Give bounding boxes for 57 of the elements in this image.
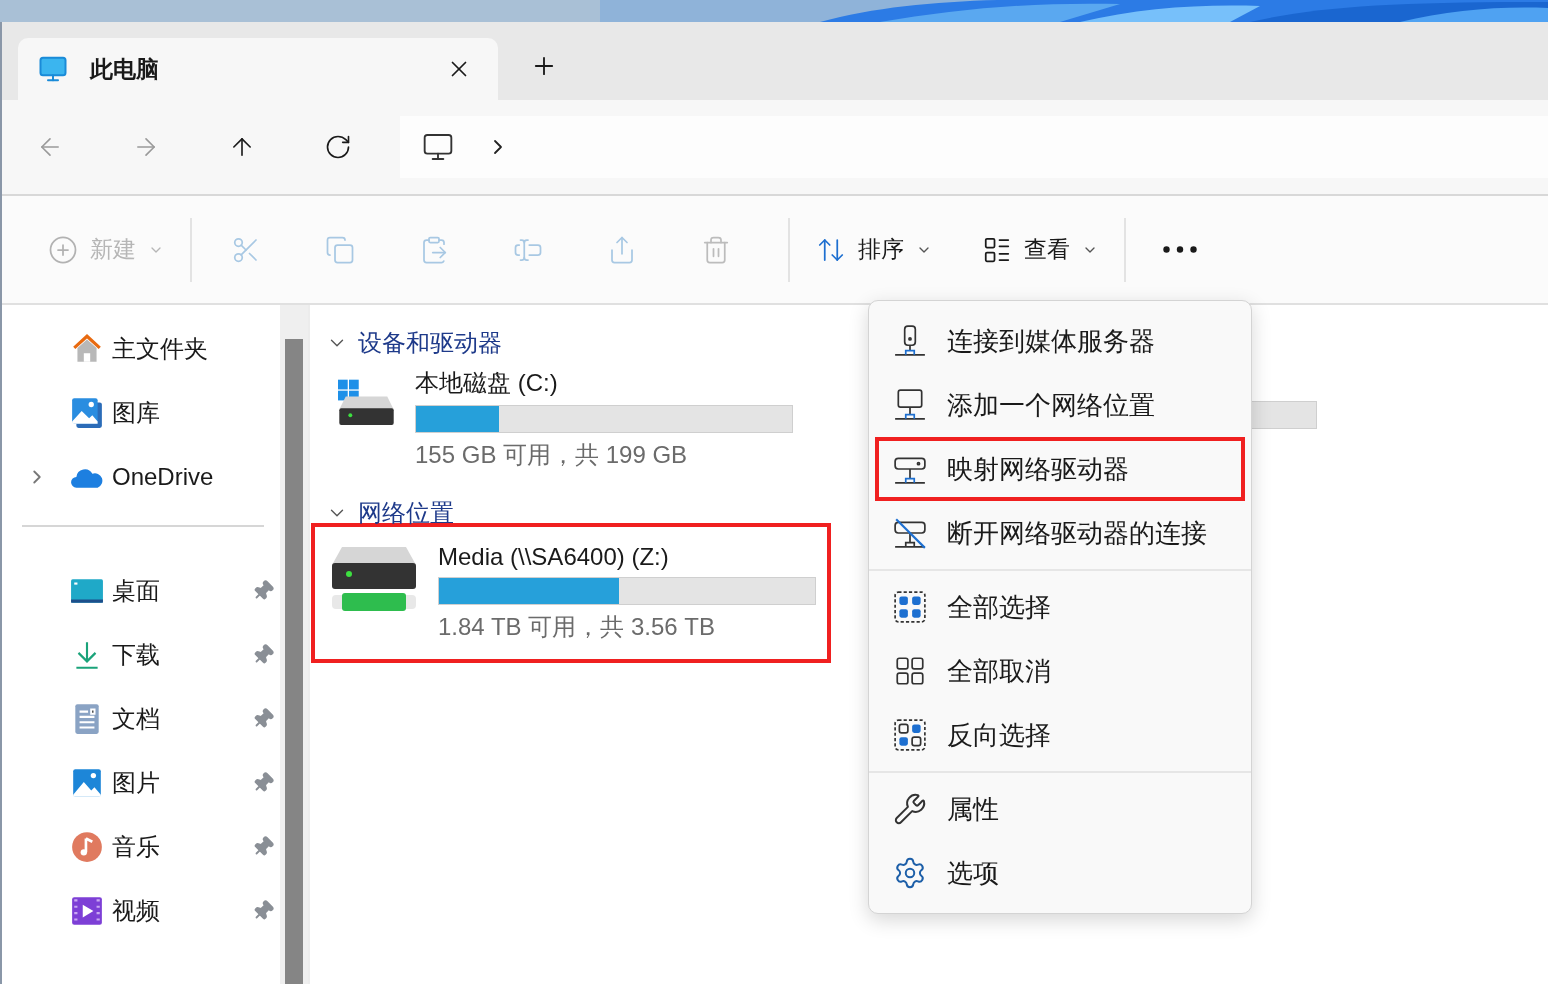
menu-item[interactable]: 全部取消 <box>875 639 1245 703</box>
sidebar-label: 文档 <box>112 704 161 734</box>
add-icon <box>48 234 78 265</box>
sidebar-item[interactable]: 文档 <box>2 687 280 751</box>
copy-icon <box>325 234 355 265</box>
section-header[interactable]: 设备和驱动器 <box>326 325 502 361</box>
drive-name: 本地磁盘 (C:) <box>415 368 559 398</box>
tab[interactable]: 此电脑 <box>18 38 498 100</box>
sidebar-label: 主文件夹 <box>112 334 209 364</box>
sidebar-item[interactable]: 桌面 <box>2 559 280 623</box>
music-icon <box>70 830 104 864</box>
picture-icon <box>70 766 104 800</box>
sidebar-item[interactable]: 图片 <box>2 751 280 815</box>
disconnect-drive-icon <box>893 516 927 550</box>
scrollbar-thumb[interactable] <box>285 339 303 984</box>
sidebar-item[interactable]: 图库 <box>2 381 280 445</box>
invert-selection-icon <box>893 718 927 752</box>
more-icon <box>1163 246 1197 253</box>
menu-item[interactable]: 映射网络驱动器 <box>875 437 1245 501</box>
drive-space: 155 GB 可用，共 199 GB <box>415 440 689 470</box>
grid-icon <box>893 654 927 688</box>
monitor-icon <box>422 131 454 163</box>
sidebar-label: 视频 <box>112 896 161 926</box>
sidebar-item[interactable]: 视频 <box>2 879 280 943</box>
view-button[interactable]: 查看 <box>972 219 1108 280</box>
menu-item[interactable]: 反向选择 <box>875 703 1245 767</box>
sidebar-item[interactable]: 主文件夹 <box>2 317 280 381</box>
menu-item[interactable]: 断开网络驱动器的连接 <box>875 501 1245 565</box>
sidebar-label: 桌面 <box>112 576 161 606</box>
sidebar-label: 图片 <box>112 768 161 798</box>
drive-space: 1.84 TB 可用，共 3.56 TB <box>438 612 716 642</box>
address-bar[interactable] <box>400 116 1548 178</box>
network-computer-icon <box>893 388 927 422</box>
menu-item[interactable]: 属性 <box>875 777 1245 841</box>
menu-item[interactable]: 添加一个网络位置 <box>875 373 1245 437</box>
menu-item[interactable]: 连接到媒体服务器 <box>875 309 1245 373</box>
sidebar-label: 图库 <box>112 398 161 428</box>
drive-name: Media (\\SA6400) (Z:) <box>438 543 670 571</box>
video-icon <box>70 894 104 928</box>
sidebar-item[interactable]: 音乐 <box>2 815 280 879</box>
sidebar-item[interactable]: OneDrive <box>2 445 280 509</box>
trash-icon <box>701 234 731 265</box>
gallery-icon <box>70 396 104 430</box>
sidebar-item[interactable]: 下载 <box>2 623 280 687</box>
media-device-icon <box>893 324 927 358</box>
refresh-icon <box>324 133 352 161</box>
sort-button[interactable]: 排序 <box>806 219 942 280</box>
monitor-icon <box>38 54 68 84</box>
sidebar-label: 音乐 <box>112 832 161 862</box>
menu-item[interactable]: 选项 <box>875 841 1245 905</box>
settings-icon <box>893 856 927 890</box>
sidebar-label: 下载 <box>112 640 161 670</box>
wrench-icon <box>893 792 927 826</box>
select-all-icon <box>893 590 927 624</box>
section-header[interactable]: 网络位置 <box>326 495 454 531</box>
sidebar-label: OneDrive <box>112 463 215 491</box>
menu-item[interactable]: 全部选择 <box>875 575 1245 639</box>
